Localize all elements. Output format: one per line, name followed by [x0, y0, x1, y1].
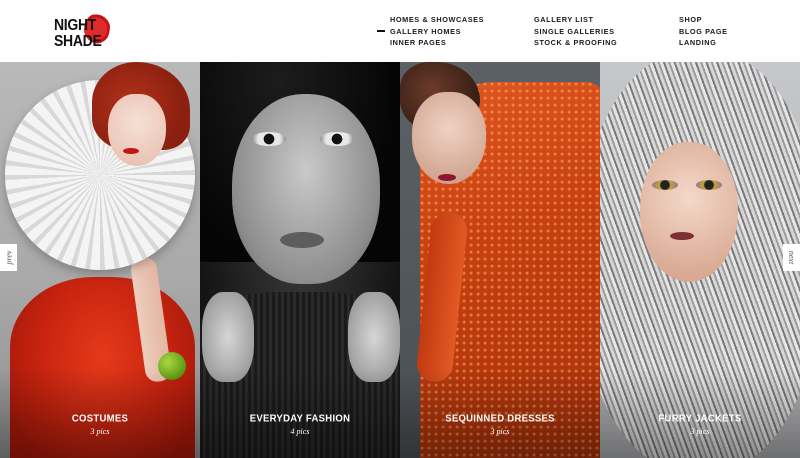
panel-title[interactable]: EVERYDAY FASHION [200, 412, 400, 424]
panel-caption: SEQUINNED DRESSES 3 pics [400, 412, 600, 436]
gallery-panel-everyday-fashion[interactable]: EVERYDAY FASHION 4 pics [200, 62, 400, 458]
menu-item-gallery-homes[interactable]: Gallery Homes [390, 26, 484, 38]
gallery-strip: COSTUMES 3 pics EVERYDAY FASHION 4 pics … [0, 62, 800, 458]
photo-eye [320, 132, 354, 146]
menu-item-landing[interactable]: Landing [679, 37, 728, 49]
photo-eye [696, 180, 722, 190]
photo-eye [652, 180, 678, 190]
photo-lips [438, 174, 456, 181]
logo-line-1: NIGHT [54, 14, 97, 34]
gallery-panel-costumes[interactable]: COSTUMES 3 pics [0, 62, 200, 458]
next-label: next [786, 250, 796, 265]
photo-lips [280, 232, 324, 248]
panel-count: 4 pics [290, 427, 310, 436]
photo-lips [123, 148, 139, 154]
menu-item-inner-pages[interactable]: Inner Pages [390, 37, 484, 49]
panel-title[interactable]: COSTUMES [0, 412, 200, 424]
panel-title[interactable]: SEQUINNED DRESSES [400, 412, 600, 424]
panel-caption: EVERYDAY FASHION 4 pics [200, 412, 400, 436]
menu-column-3: Shop Blog Page Landing [679, 14, 728, 49]
logo-line-2: SHADE [54, 30, 102, 50]
site-logo[interactable]: NIGHT SHADE [54, 14, 114, 48]
photo-face [640, 142, 738, 282]
photo-face [412, 92, 486, 184]
menu-column-1: Homes & Showcases Gallery Homes Inner Pa… [390, 14, 484, 49]
prev-label: prev [3, 250, 13, 265]
panel-title[interactable]: FURRY JACKETS [600, 412, 800, 424]
photo-lips [670, 232, 694, 240]
photo-face [108, 94, 166, 166]
site-header: NIGHT SHADE Homes & Showcases Gallery Ho… [0, 0, 800, 62]
prev-button[interactable]: prev [0, 244, 17, 271]
menu-item-single-galleries[interactable]: Single Galleries [534, 26, 617, 38]
next-button[interactable]: next [783, 244, 800, 271]
panel-caption: FURRY JACKETS 3 pics [600, 412, 800, 436]
menu-item-stock-proofing[interactable]: Stock & Proofing [534, 37, 617, 49]
panel-count: 3 pics [690, 427, 710, 436]
photo-eye [252, 132, 286, 146]
menu-column-2: Gallery List Single Galleries Stock & Pr… [534, 14, 617, 49]
panel-count: 3 pics [490, 427, 510, 436]
gallery-panel-sequinned-dresses[interactable]: SEQUINNED DRESSES 3 pics [400, 62, 600, 458]
gallery-panel-furry-jackets[interactable]: FURRY JACKETS 3 pics [600, 62, 800, 458]
menu-item-gallery-list[interactable]: Gallery List [534, 14, 617, 26]
photo-face [232, 94, 380, 284]
panel-count: 3 pics [90, 427, 110, 436]
active-menu-indicator [377, 30, 385, 32]
menu-item-shop[interactable]: Shop [679, 14, 728, 26]
menu-item-blog-page[interactable]: Blog Page [679, 26, 728, 38]
menu-item-homes-showcases[interactable]: Homes & Showcases [390, 14, 484, 26]
panel-caption: COSTUMES 3 pics [0, 412, 200, 436]
